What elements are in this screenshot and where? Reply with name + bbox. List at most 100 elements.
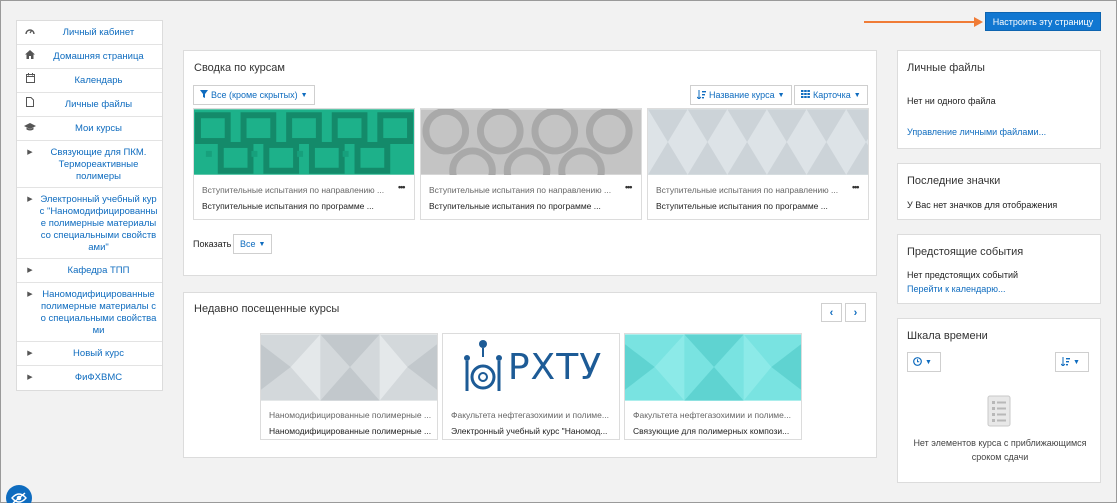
view-label: Карточка	[813, 90, 851, 100]
grid-icon	[801, 90, 810, 100]
course-image	[648, 109, 868, 175]
chevron-down-icon: ▼	[258, 240, 266, 248]
sidebar-item-label: Связующие для ПКМ. Термореактивные полим…	[50, 147, 147, 182]
course-menu-button[interactable]: •••	[852, 182, 860, 192]
prev-button[interactable]: ‹	[821, 303, 842, 322]
timeline-empty-line2: сроком сдачи	[971, 452, 1029, 462]
sidebar-item-course[interactable]: ▶ Наномодифицированные полимерные матери…	[17, 283, 162, 342]
graduation-cap-icon	[21, 121, 39, 136]
course-name[interactable]: Вступительные испытания по программе ...	[656, 201, 861, 211]
events-empty: Нет предстоящих событий	[907, 270, 1019, 280]
caret-right-icon: ▶	[27, 350, 33, 357]
show-value: Все	[240, 239, 256, 249]
recent-courses-title: Недавно посещенные курсы	[194, 303, 340, 315]
private-files-empty: Нет ни одного файла	[907, 96, 996, 106]
university-logo: РХТУ	[443, 334, 619, 401]
sidebar-item-private-files[interactable]: Личные файлы	[17, 93, 162, 117]
course-card[interactable]: Вступительные испытания по направлению .…	[420, 108, 642, 220]
upcoming-events-title: Предстоящие события	[907, 246, 1024, 258]
course-card[interactable]: Факультета нефтегазохимии и полиме... Св…	[624, 333, 802, 440]
go-to-calendar-link[interactable]: Перейти к календарю...	[907, 284, 1005, 294]
sidebar-item-course[interactable]: ▶ Новый курс	[17, 342, 162, 366]
sort-icon	[696, 89, 706, 101]
course-image	[421, 109, 641, 175]
course-image	[194, 109, 414, 175]
sidebar-item-label: Личный кабинет	[62, 27, 135, 38]
private-files-title: Личные файлы	[907, 62, 985, 74]
course-image	[625, 334, 801, 401]
course-category: Факультета нефтегазохимии и полиме...	[633, 410, 791, 420]
course-menu-button[interactable]: •••	[625, 182, 633, 192]
course-card[interactable]: Наномодифицированные полимерные ... Нано…	[260, 333, 438, 440]
chevron-down-icon: ▼	[777, 91, 785, 99]
caret-right-icon: ▶	[27, 149, 33, 156]
next-button[interactable]: ›	[845, 303, 866, 322]
clock-icon	[913, 356, 922, 368]
logo-icon	[463, 339, 502, 391]
private-files-card: Личные файлы Нет ни одного файла Управле…	[897, 50, 1101, 149]
filter-label: Все (кроме скрытых)	[211, 90, 298, 100]
latest-badges-title: Последние значки	[907, 175, 1001, 187]
sidebar-item-home[interactable]: Домашняя страница	[17, 45, 162, 69]
dashboard-icon	[21, 25, 39, 40]
sidebar-item-label: Календарь	[74, 75, 123, 86]
upcoming-events-card: Предстоящие события Нет предстоящих собы…	[897, 234, 1101, 304]
caret-right-icon: ▶	[27, 196, 33, 203]
sidebar-item-label: Мои курсы	[74, 123, 123, 134]
course-category: Факультета нефтегазохимии и полиме...	[451, 410, 609, 420]
empty-list-icon	[987, 395, 1011, 427]
timeline-empty-line1: Нет элементов курса с приближающимся	[913, 438, 1087, 448]
annotation-arrow	[864, 21, 976, 23]
sidebar: Личный кабинет Домашняя страница Календа…	[16, 20, 163, 391]
sidebar-item-label: Электронный учебный курс "Наномодифициро…	[39, 194, 158, 253]
calendar-icon	[21, 73, 39, 88]
sidebar-item-course[interactable]: ▶ Кафедра ТПП	[17, 259, 162, 283]
logo-text: РХТУ	[507, 347, 603, 388]
course-overview-card: Сводка по курсам Все (кроме скрытых) ▼ Н…	[183, 50, 877, 276]
filter-icon	[200, 90, 208, 100]
chevron-down-icon: ▼	[925, 358, 932, 366]
home-icon	[21, 49, 39, 64]
filter-dropdown[interactable]: Все (кроме скрытых) ▼	[193, 85, 315, 105]
course-overview-title: Сводка по курсам	[194, 62, 285, 74]
badges-empty: У Вас нет значков для отображения	[907, 200, 1058, 210]
sidebar-item-course[interactable]: ▶ Связующие для ПКМ. Термореактивные пол…	[17, 141, 162, 188]
sort-icon	[1060, 356, 1070, 368]
sort-dropdown[interactable]: Название курса ▼	[690, 85, 792, 105]
course-card[interactable]: РХТУ Факультета нефтегазохимии и полиме.…	[442, 333, 620, 440]
manage-files-link[interactable]: Управление личными файлами...	[907, 127, 1046, 137]
timeline-filter-dropdown[interactable]: ▼	[907, 352, 941, 372]
course-category: Вступительные испытания по направлению .…	[656, 185, 839, 195]
sidebar-item-dashboard[interactable]: Личный кабинет	[17, 21, 162, 45]
course-name[interactable]: Наномодифицированные полимерные ...	[269, 426, 437, 436]
caret-right-icon: ▶	[27, 267, 33, 274]
show-count-dropdown[interactable]: Все ▼	[233, 234, 273, 254]
course-name[interactable]: Вступительные испытания по программе ...	[202, 201, 407, 211]
customize-page-button[interactable]: Настроить эту страницу	[985, 12, 1101, 31]
sidebar-item-course[interactable]: ▶ ФиФХВМС	[17, 366, 162, 390]
sidebar-item-label: Новый курс	[73, 348, 124, 359]
sort-label: Название курса	[709, 90, 775, 100]
course-name[interactable]: Электронный учебный курс "Наномод...	[451, 426, 619, 436]
chevron-down-icon: ▼	[853, 91, 861, 99]
course-name[interactable]: Вступительные испытания по программе ...	[429, 201, 634, 211]
course-menu-button[interactable]: •••	[398, 182, 406, 192]
course-name[interactable]: Связующие для полимерных компози...	[633, 426, 801, 436]
course-category: Вступительные испытания по направлению .…	[202, 185, 385, 195]
course-image	[261, 334, 437, 401]
file-icon	[21, 97, 39, 112]
sidebar-item-my-courses[interactable]: Мои курсы	[17, 117, 162, 141]
course-category: Наномодифицированные полимерные ...	[269, 410, 432, 420]
course-category: Вступительные испытания по направлению .…	[429, 185, 612, 195]
sidebar-item-label: Домашняя страница	[53, 51, 144, 62]
course-card[interactable]: Вступительные испытания по направлению .…	[193, 108, 415, 220]
sidebar-item-label: Личные файлы	[64, 99, 133, 110]
course-card[interactable]: Вступительные испытания по направлению .…	[647, 108, 869, 220]
view-dropdown[interactable]: Карточка ▼	[794, 85, 868, 105]
sidebar-item-label: Наномодифицированные полимерные материал…	[40, 289, 157, 336]
sidebar-item-course[interactable]: ▶ Электронный учебный курс "Наномодифици…	[17, 188, 162, 259]
timeline-sort-dropdown[interactable]: ▼	[1055, 352, 1089, 372]
timeline-title: Шкала времени	[907, 330, 988, 342]
caret-right-icon: ▶	[27, 374, 33, 381]
sidebar-item-calendar[interactable]: Календарь	[17, 69, 162, 93]
